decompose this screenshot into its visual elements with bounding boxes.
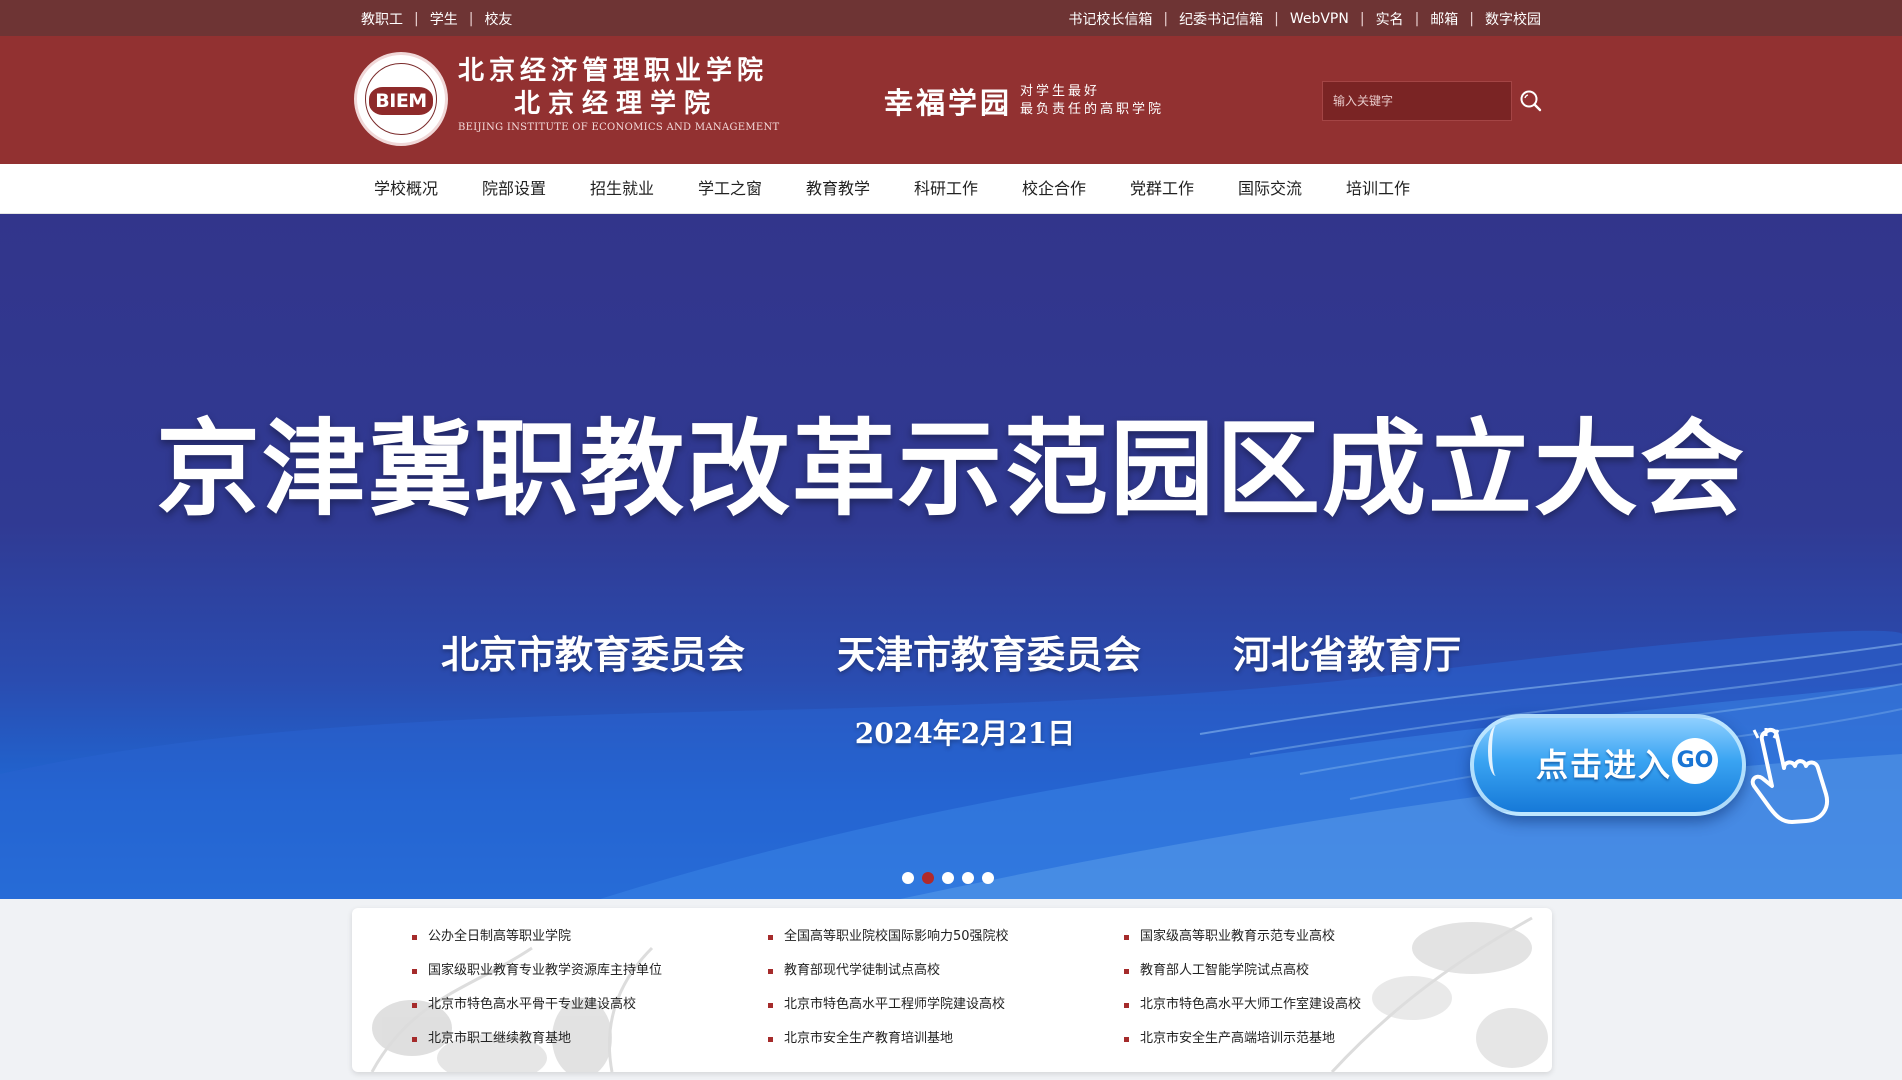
audience-links: 教职工 | 学生 | 校友 [361,9,512,29]
honor-item[interactable]: 北京市安全生产高端培训示范基地 [1124,1030,1480,1048]
slogan-title: 幸福学园 [884,86,1013,120]
nav-item-training[interactable]: 培训工作 [1334,164,1442,214]
search-box [1322,81,1512,121]
nav-item-student-affairs[interactable]: 学工之窗 [686,164,794,214]
honor-item[interactable]: 公办全日制高等职业学院 [412,928,768,946]
link-staff[interactable]: 教职工 [361,9,403,29]
organizer-tianjin: 天津市教育委员会 [836,632,1141,677]
nav-item-overview[interactable]: 学校概况 [362,164,470,214]
nav-item-party[interactable]: 党群工作 [1118,164,1226,214]
enter-button[interactable]: 点击进入 GO [1470,714,1746,816]
slogan-line-2: 最负责任的高职学院 [1020,102,1165,117]
honor-item[interactable]: 教育部人工智能学院试点高校 [1124,962,1480,980]
nav-item-departments[interactable]: 院部设置 [470,164,578,214]
school-name-primary: 北京经济管理职业学院 [458,56,769,86]
honor-item[interactable]: 国家级高等职业教育示范专业高校 [1124,928,1480,946]
nav-item-industry-cooperation[interactable]: 校企合作 [1010,164,1118,214]
slide-dot-5[interactable] [982,872,994,884]
site-header: BIEM 北京经济管理职业学院 北京经理学院 BEIJING INSTITUTE… [0,36,1902,164]
link-discipline-mailbox[interactable]: 纪委书记信箱 [1179,9,1263,29]
slogan-subtitle: 对学生最好 最负责任的高职学院 [1020,83,1164,119]
hero-organizers: 北京市教育委员会 天津市教育委员会 河北省教育厅 [0,624,1902,679]
search-icon[interactable] [1518,88,1544,114]
organizer-hebei: 河北省教育厅 [1233,632,1462,677]
divider: | [468,11,474,27]
school-name-english: BEIJING INSTITUTE OF ECONOMICS AND MANAG… [458,122,780,133]
nav-item-international[interactable]: 国际交流 [1226,164,1334,214]
top-utility-bar: 教职工 | 学生 | 校友 书记校长信箱 | 纪委书记信箱 | WebVPN |… [0,0,1902,36]
button-gloss [1488,726,1504,776]
nav-item-research[interactable]: 科研工作 [902,164,1010,214]
pointing-hand-icon [1750,727,1829,824]
school-name-secondary: 北京经理学院 [514,89,719,119]
divider: | [1359,11,1365,27]
link-mail[interactable]: 邮箱 [1430,9,1458,29]
honor-item[interactable]: 教育部现代学徒制试点高校 [768,962,1124,980]
slide-dot-4[interactable] [962,872,974,884]
honor-item[interactable]: 北京市安全生产教育培训基地 [768,1030,1124,1048]
divider: | [1469,11,1474,27]
honor-item[interactable]: 北京市特色高水平骨干专业建设高校 [412,996,768,1014]
go-badge: GO [1672,738,1718,784]
logo-mark: BIEM [369,87,433,115]
enter-button-label: 点击进入 [1536,746,1673,784]
organizer-beijing: 北京市教育委员会 [440,632,745,677]
link-students[interactable]: 学生 [430,9,458,29]
slogan-line-1: 对学生最好 [1020,84,1101,99]
hero-title: 京津冀职教改革示范园区成立大会 [155,407,1746,530]
honors-list: 公办全日制高等职业学院 全国高等职业院校国际影响力50强院校 国家级高等职业教育… [412,928,1480,1048]
school-name-block[interactable]: 北京经济管理职业学院 北京经理学院 BEIJING INSTITUTE OF E… [458,54,780,136]
divider: | [1274,11,1279,27]
slide-indicators [902,872,1002,884]
slide-dot-2[interactable] [922,872,934,884]
slide-dot-3[interactable] [942,872,954,884]
hero-banner[interactable]: 京津冀职教改革示范园区成立大会 北京市教育委员会 天津市教育委员会 河北省教育厅… [0,214,1902,899]
divider: | [414,11,419,27]
link-webvpn[interactable]: WebVPN [1290,11,1349,27]
honor-item[interactable]: 北京市特色高水平大师工作室建设高校 [1124,996,1480,1014]
search-input[interactable] [1323,82,1511,120]
slogan: 幸福学园 对学生最好 最负责任的高职学院 [884,80,1164,122]
link-digital-campus[interactable]: 数字校园 [1485,9,1541,29]
link-president-mailbox[interactable]: 书记校长信箱 [1068,9,1152,29]
honor-item[interactable]: 全国高等职业院校国际影响力50强院校 [768,928,1124,946]
link-alumni[interactable]: 校友 [484,9,512,29]
school-emblem-logo[interactable]: BIEM [354,52,448,146]
divider: | [1163,11,1169,27]
service-links: 书记校长信箱 | 纪委书记信箱 | WebVPN | 实名 | 邮箱 | 数字校… [1068,9,1541,29]
divider: | [1414,11,1420,27]
honors-panel: 公办全日制高等职业学院 全国高等职业院校国际影响力50强院校 国家级高等职业教育… [352,908,1552,1072]
nav-item-admissions[interactable]: 招生就业 [578,164,686,214]
link-realname[interactable]: 实名 [1376,9,1404,29]
main-nav: 学校概况 院部设置 招生就业 学工之窗 教育教学 科研工作 校企合作 党群工作 … [0,164,1902,214]
honor-item[interactable]: 北京市特色高水平工程师学院建设高校 [768,996,1124,1014]
honor-item[interactable]: 国家级职业教育专业教学资源库主持单位 [412,962,768,980]
nav-item-teaching[interactable]: 教育教学 [794,164,902,214]
slide-dot-1[interactable] [902,872,914,884]
honor-item[interactable]: 北京市职工继续教育基地 [412,1030,768,1048]
